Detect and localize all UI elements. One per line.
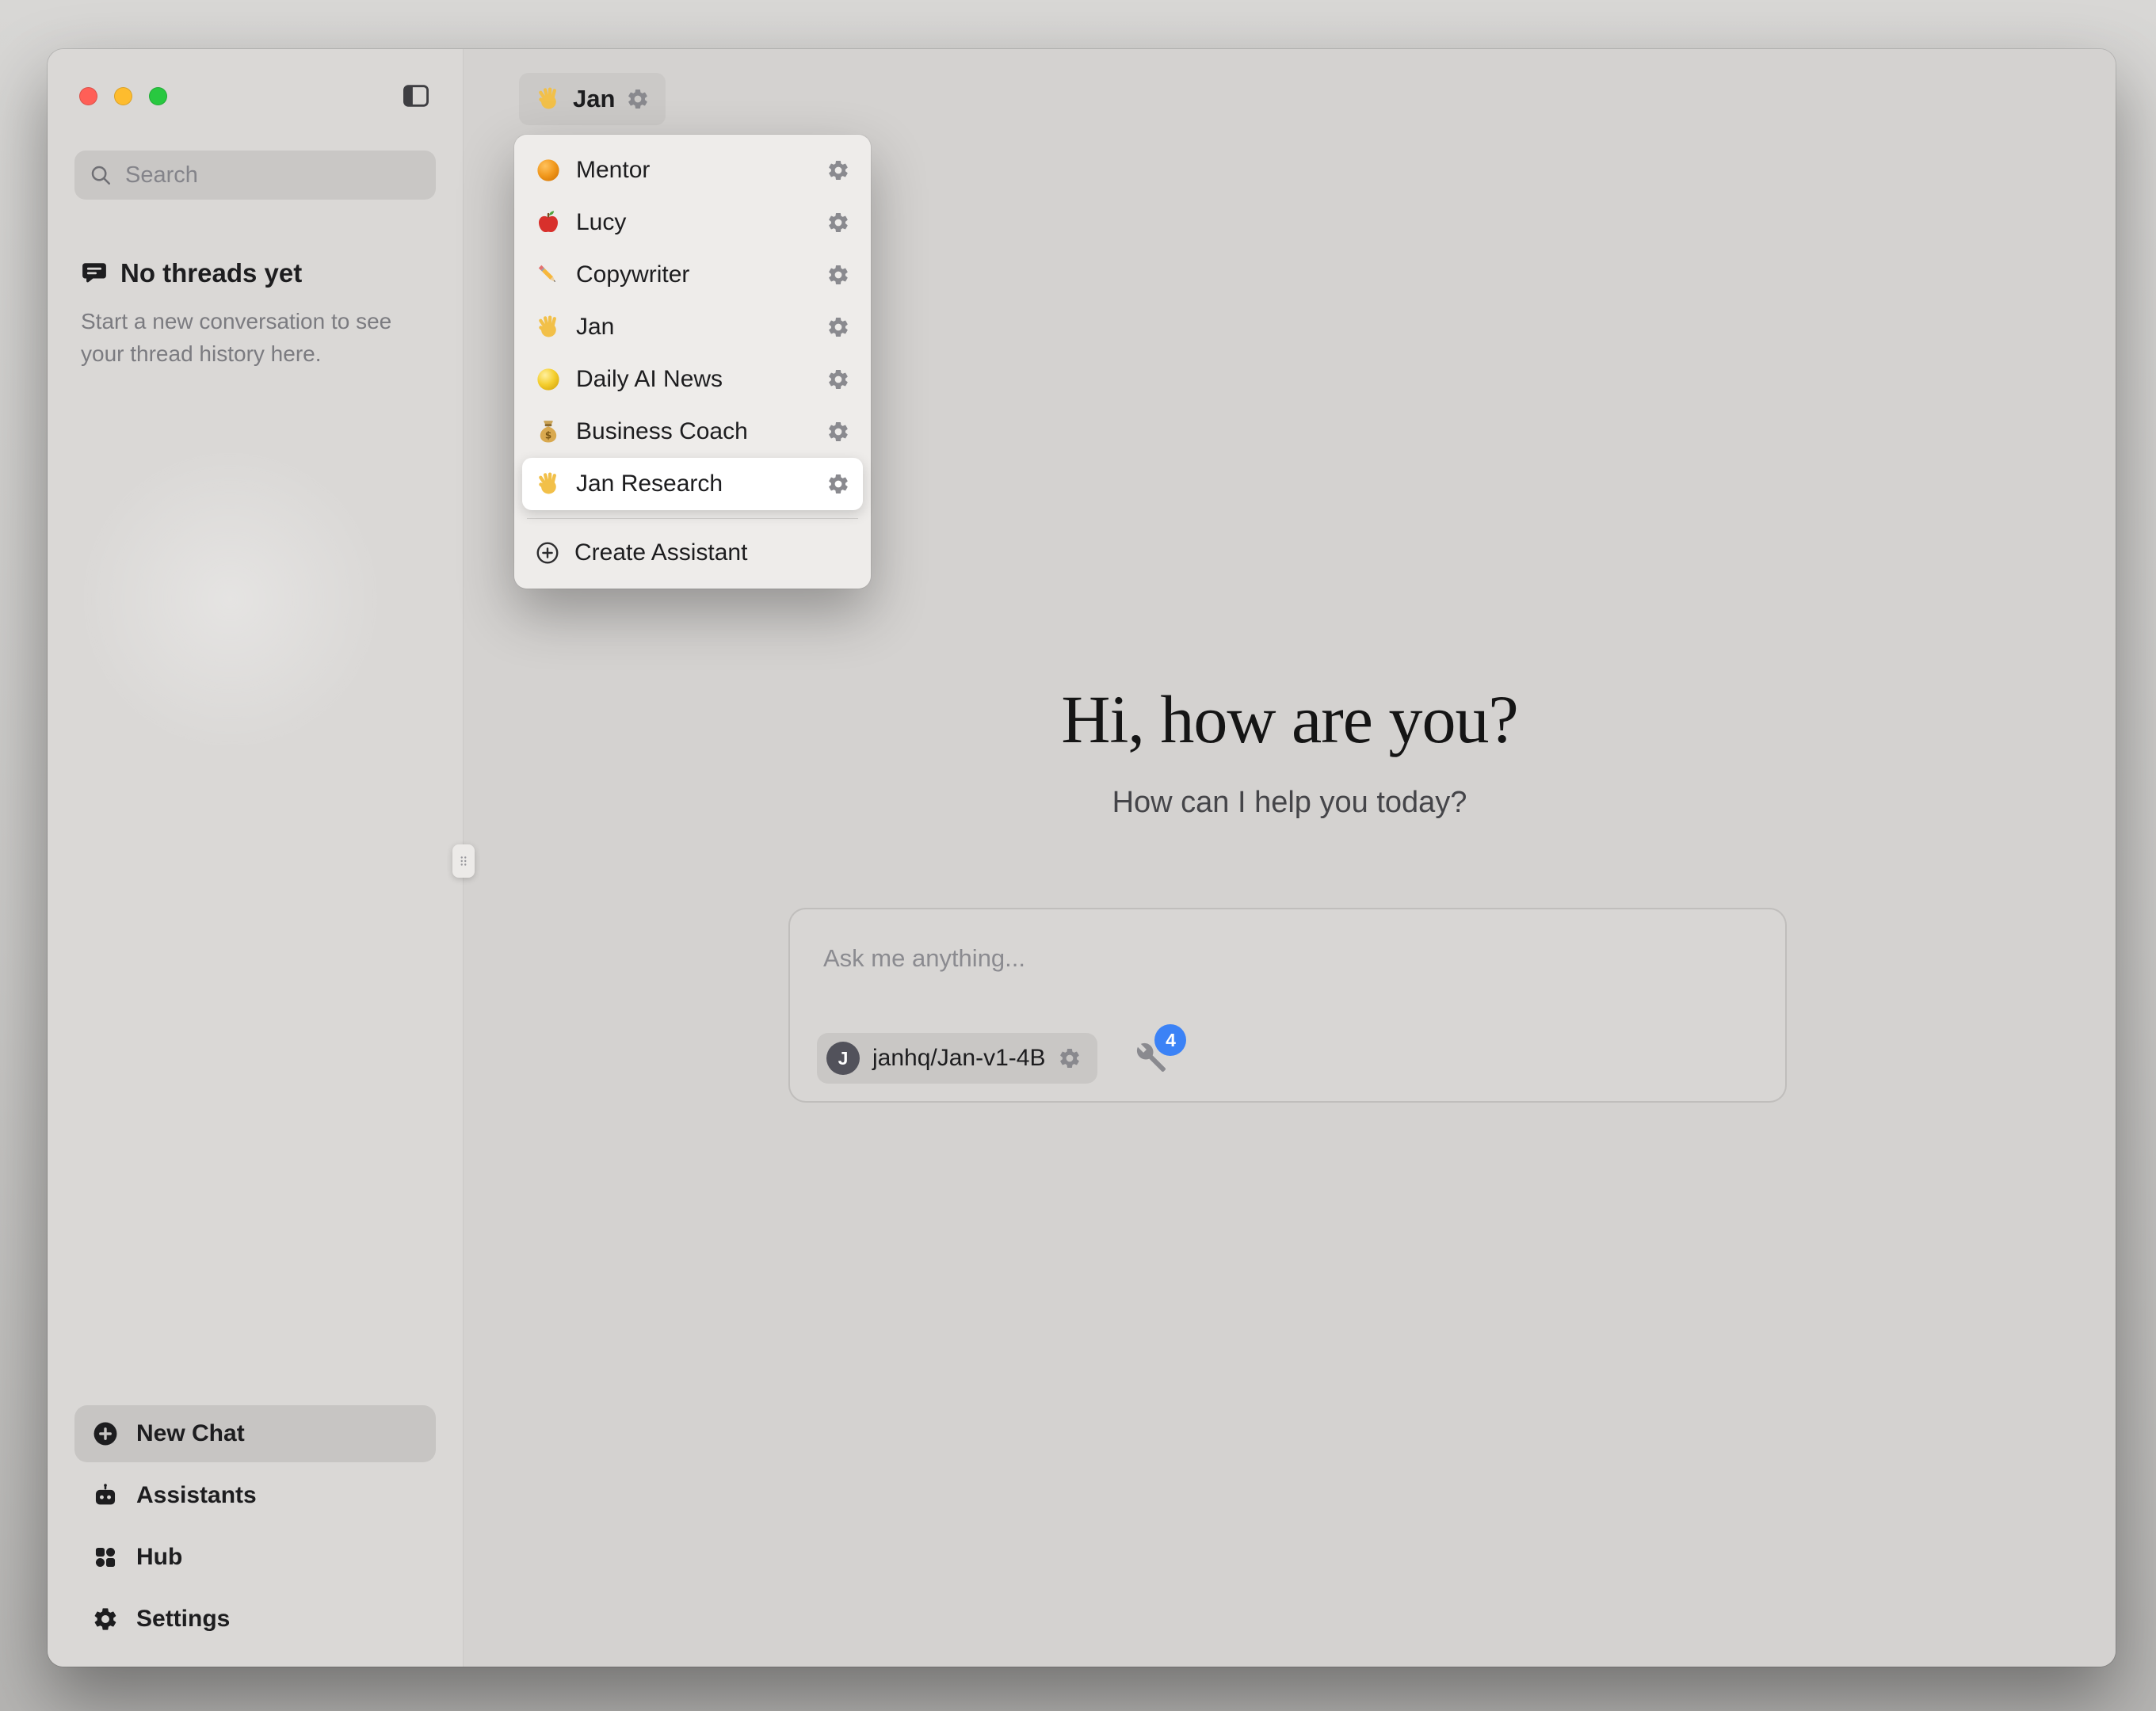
- robot-icon: [92, 1482, 119, 1509]
- assistant-menu-item-label: Copywriter: [576, 261, 689, 288]
- model-settings-gear-icon[interactable]: [1058, 1046, 1082, 1070]
- search-input[interactable]: [124, 162, 422, 189]
- assistant-menu-item-jan-research[interactable]: Jan Research: [522, 458, 863, 510]
- assistant-menu-item-label: Business Coach: [576, 418, 748, 445]
- orange-circle-icon: [535, 157, 562, 184]
- model-selector[interactable]: J janhq/Jan-v1-4B: [817, 1033, 1097, 1084]
- sidebar-item-label: Settings: [136, 1606, 230, 1633]
- waving-hand-icon: [535, 86, 562, 112]
- pencil-icon: [535, 261, 562, 288]
- apple-icon: [535, 209, 562, 236]
- search-icon: [89, 163, 113, 187]
- sidebar-toggle-icon[interactable]: [401, 81, 431, 111]
- assistant-settings-gear-icon[interactable]: [826, 158, 850, 182]
- greeting: Hi, how are you? How can I help you toda…: [464, 680, 2116, 820]
- sidebar-nav: New Chat Assistants Hub Settings: [74, 1405, 436, 1652]
- assistant-menu-item-jan[interactable]: Jan: [522, 301, 863, 353]
- sidebar-item-assistants[interactable]: Assistants: [74, 1467, 436, 1524]
- empty-state-title: No threads yet: [120, 258, 302, 288]
- assistant-settings-gear-icon[interactable]: [826, 263, 850, 287]
- assistant-selector-gear-icon[interactable]: [626, 87, 650, 111]
- threads-empty-state: No threads yet Start a new conversation …: [74, 258, 436, 370]
- chat-composer[interactable]: Ask me anything... J janhq/Jan-v1-4B 4: [788, 908, 1787, 1103]
- traffic-lights: [79, 87, 167, 105]
- assistant-selector-label: Jan: [573, 85, 615, 113]
- sidebar-item-label: New Chat: [136, 1420, 245, 1447]
- menu-separator: [527, 518, 858, 519]
- assistant-menu-item-label: Jan Research: [576, 471, 723, 497]
- plus-circle-outline-icon: [535, 540, 560, 566]
- hub-grid-icon: [92, 1544, 119, 1571]
- assistant-menu-item-label: Mentor: [576, 157, 650, 184]
- assistant-menu-item-label: Lucy: [576, 209, 626, 236]
- gear-icon: [92, 1606, 119, 1633]
- assistant-settings-gear-icon[interactable]: [826, 420, 850, 444]
- assistant-menu-item-label: Jan: [576, 314, 614, 341]
- waving-hand-icon: [535, 314, 562, 341]
- composer-toolbar: J janhq/Jan-v1-4B 4: [817, 1033, 1167, 1084]
- tools-button[interactable]: 4: [1134, 1042, 1167, 1075]
- sidebar-item-label: Hub: [136, 1544, 182, 1571]
- model-avatar: J: [826, 1042, 860, 1075]
- sidebar-drag-handle[interactable]: [452, 844, 475, 878]
- assistant-menu-item-lucy[interactable]: Lucy: [522, 196, 863, 249]
- greeting-title: Hi, how are you?: [464, 680, 2116, 759]
- main-area: Jan Mentor Lucy Copywriter Jan: [464, 49, 2116, 1667]
- drag-handle-icon: [456, 850, 471, 872]
- assistant-selector[interactable]: Jan: [519, 73, 666, 125]
- assistant-settings-gear-icon[interactable]: [826, 315, 850, 339]
- create-assistant-label: Create Assistant: [574, 539, 747, 566]
- plus-circle-icon: [92, 1420, 119, 1447]
- waving-hand-icon: [535, 471, 562, 497]
- assistant-menu: Mentor Lucy Copywriter Jan Daily AI News: [514, 135, 871, 589]
- zoom-button[interactable]: [149, 87, 167, 105]
- assistant-settings-gear-icon[interactable]: [826, 211, 850, 234]
- sidebar: No threads yet Start a new conversation …: [48, 49, 464, 1667]
- greeting-subtitle: How can I help you today?: [464, 786, 2116, 820]
- minimize-button[interactable]: [114, 87, 132, 105]
- empty-state-description: Start a new conversation to see your thr…: [81, 306, 429, 370]
- titlebar: [74, 84, 436, 108]
- chat-bubble-icon: [81, 260, 108, 287]
- money-bag-icon: [535, 418, 562, 445]
- composer-input[interactable]: Ask me anything...: [823, 944, 1025, 973]
- model-name: janhq/Jan-v1-4B: [872, 1045, 1045, 1072]
- sidebar-item-new-chat[interactable]: New Chat: [74, 1405, 436, 1462]
- create-assistant-button[interactable]: Create Assistant: [522, 527, 863, 579]
- yellow-circle-icon: [535, 366, 562, 393]
- sidebar-item-label: Assistants: [136, 1482, 257, 1509]
- assistant-settings-gear-icon[interactable]: [826, 368, 850, 391]
- search-box[interactable]: [74, 151, 436, 200]
- close-button[interactable]: [79, 87, 97, 105]
- sidebar-item-hub[interactable]: Hub: [74, 1529, 436, 1586]
- sidebar-item-settings[interactable]: Settings: [74, 1591, 436, 1648]
- tools-count-badge: 4: [1154, 1024, 1186, 1056]
- assistant-menu-item-copywriter[interactable]: Copywriter: [522, 249, 863, 301]
- assistant-menu-item-daily-ai-news[interactable]: Daily AI News: [522, 353, 863, 406]
- app-window: No threads yet Start a new conversation …: [48, 49, 2116, 1667]
- assistant-menu-item-label: Daily AI News: [576, 366, 723, 393]
- assistant-menu-item-business-coach[interactable]: Business Coach: [522, 406, 863, 458]
- assistant-settings-gear-icon[interactable]: [826, 472, 850, 496]
- assistant-menu-item-mentor[interactable]: Mentor: [522, 144, 863, 196]
